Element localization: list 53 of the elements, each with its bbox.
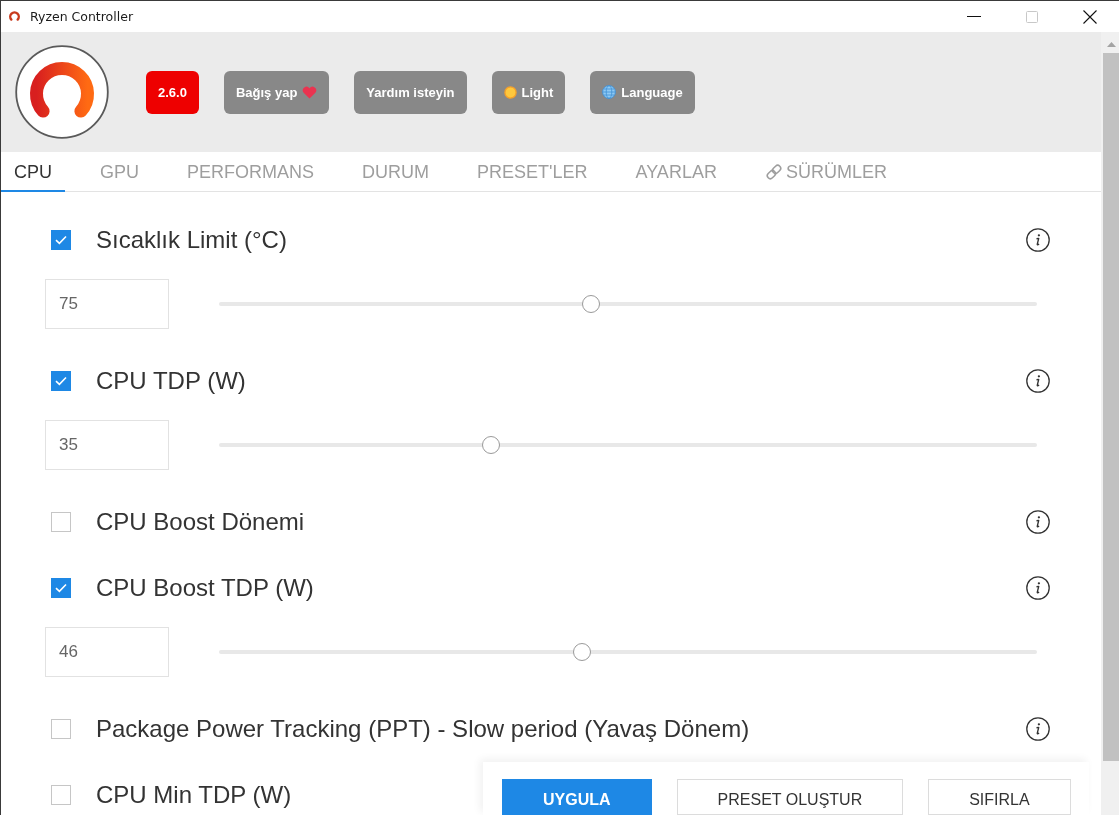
ring-logo-icon <box>8 10 21 23</box>
heart-icon <box>302 85 318 99</box>
tab-link[interactable]: SÜRÜMLER <box>751 152 900 192</box>
help-button[interactable]: Yardım isteyin <box>354 70 467 114</box>
value-field[interactable]: 75 <box>45 279 169 329</box>
checkbox[interactable] <box>51 719 71 739</box>
globe-icon <box>602 85 617 99</box>
scrollbar[interactable] <box>1101 32 1119 815</box>
scroll-up-arrow-icon[interactable] <box>1106 42 1116 47</box>
tab[interactable]: PRESET'LER <box>464 152 601 192</box>
value-field[interactable]: 46 <box>45 627 169 677</box>
window-title: Ryzen Controller <box>30 9 134 24</box>
action-button[interactable]: SIFIRLA <box>928 779 1071 815</box>
setting-label: Package Power Tracking (PPT) - Slow period (Yavaş Dönem) <box>96 716 750 742</box>
checkbox[interactable] <box>51 512 71 532</box>
setting-label: CPU Boost TDP (W) <box>96 575 314 601</box>
tab[interactable]: CPU <box>1 152 65 192</box>
link-icon <box>764 163 783 181</box>
setting-label: CPU Boost Dönemi <box>96 509 305 535</box>
sun-icon <box>503 85 517 99</box>
donate-button[interactable]: Bağış yap <box>223 70 330 114</box>
version-button[interactable]: 2.6.0 <box>146 70 199 114</box>
setting-label: CPU TDP (W) <box>96 368 246 394</box>
info-icon[interactable] <box>1026 369 1050 393</box>
setting-label: CPU Min TDP (W) <box>96 782 292 808</box>
checkbox[interactable] <box>51 578 71 598</box>
scrollbar-thumb[interactable] <box>1103 53 1119 761</box>
checkbox[interactable] <box>51 371 71 391</box>
maximize-icon <box>1026 10 1038 23</box>
info-icon[interactable] <box>1026 510 1050 534</box>
tab[interactable]: DURUM <box>349 152 443 192</box>
checkmark-icon <box>55 583 67 593</box>
checkmark-icon <box>55 235 67 245</box>
setting-label: Sıcaklık Limit (°C) <box>96 227 287 253</box>
info-icon[interactable] <box>1026 576 1050 600</box>
tab[interactable]: GPU <box>87 152 153 192</box>
checkbox[interactable] <box>51 785 71 805</box>
action-button[interactable]: PRESET OLUŞTUR <box>676 779 904 815</box>
tab[interactable]: PERFORMANS <box>174 152 328 192</box>
checkbox[interactable] <box>51 230 71 250</box>
language-button[interactable]: Language <box>590 70 695 114</box>
slider-thumb[interactable] <box>482 436 501 454</box>
close-icon <box>1083 9 1097 24</box>
checkmark-icon <box>55 376 67 386</box>
info-icon[interactable] <box>1026 228 1050 252</box>
slider-thumb[interactable] <box>582 295 601 313</box>
slider-thumb[interactable] <box>573 643 592 661</box>
value-field[interactable]: 35 <box>45 420 169 470</box>
minimize-icon <box>967 16 981 17</box>
apply-button[interactable]: UYGULA <box>502 779 652 815</box>
tab[interactable]: AYARLAR <box>622 152 730 192</box>
theme-button[interactable]: Light <box>491 70 566 114</box>
info-icon[interactable] <box>1026 717 1050 741</box>
